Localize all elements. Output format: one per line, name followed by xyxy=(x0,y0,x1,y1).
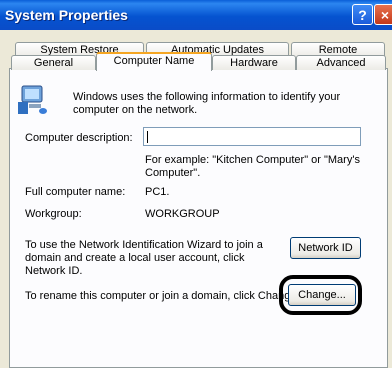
tab-general[interactable]: General xyxy=(11,55,96,70)
description-label: Computer description: xyxy=(25,132,133,144)
computer-icon xyxy=(18,85,47,114)
intro-text: Windows uses the following information t… xyxy=(73,91,341,116)
computer-description-input[interactable] xyxy=(143,127,361,146)
help-button[interactable]: ? xyxy=(352,4,373,25)
window-title: System Properties xyxy=(5,7,128,23)
text-caret xyxy=(147,131,148,143)
title-bar[interactable]: System Properties ? × xyxy=(0,0,392,30)
rename-text: To rename this computer or join a domain… xyxy=(25,290,300,302)
full-name-label: Full computer name: xyxy=(25,186,126,198)
tab-hardware[interactable]: Hardware xyxy=(212,55,296,70)
tab-advanced[interactable]: Advanced xyxy=(296,55,386,70)
change-button-highlight xyxy=(279,275,362,315)
full-name-value: PC1. xyxy=(145,186,170,198)
close-button[interactable]: × xyxy=(374,4,392,25)
workgroup-label: Workgroup: xyxy=(25,208,82,220)
tab-computer-name[interactable]: Computer Name xyxy=(96,52,212,71)
network-id-button[interactable]: Network ID xyxy=(290,237,361,259)
workgroup-value: WORKGROUP xyxy=(145,208,220,220)
wizard-text: To use the Network Identification Wizard… xyxy=(25,239,263,277)
example-text: For example: "Kitchen Computer" or "Mary… xyxy=(145,154,360,179)
